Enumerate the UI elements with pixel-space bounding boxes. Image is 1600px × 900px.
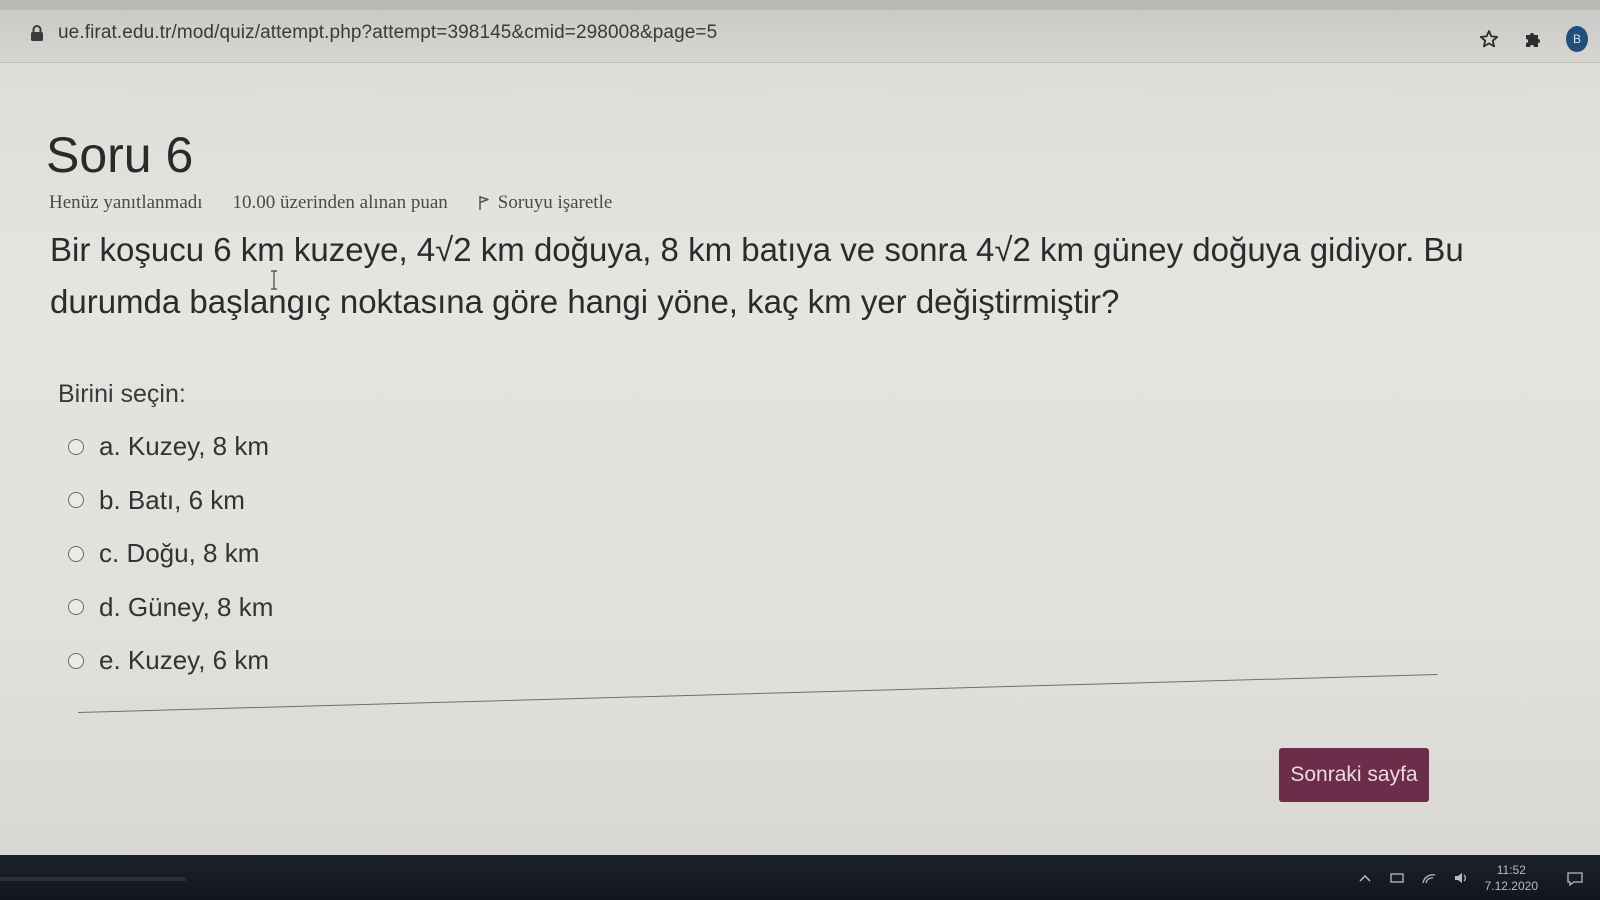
question-status: Henüz yanıtlanmadı	[49, 192, 203, 213]
url-field[interactable]: ue.firat.edu.tr/mod/quiz/attempt.php?att…	[10, 14, 1460, 52]
answer-label[interactable]: a. Kuzey, 8 km	[99, 431, 269, 462]
radio-button[interactable]	[68, 652, 84, 669]
answer-option-d[interactable]: d. Güney, 8 km	[68, 581, 273, 635]
browser-toolbar-icons: B	[1478, 26, 1600, 52]
taskbar-active-indicator	[0, 877, 186, 881]
radio-button[interactable]	[68, 599, 84, 616]
question-info: Henüz yanıtlanmadı 10.00 üzerinden alına…	[49, 192, 612, 214]
answer-option-e[interactable]: e. Kuzey, 6 km	[68, 634, 273, 688]
flag-icon[interactable]	[478, 195, 490, 211]
answer-label[interactable]: e. Kuzey, 6 km	[99, 645, 269, 676]
clock-time: 11:52	[1496, 862, 1526, 877]
volume-icon[interactable]	[1453, 871, 1469, 885]
screen: ue.firat.edu.tr/mod/quiz/attempt.php?att…	[0, 0, 1600, 900]
answer-option-c[interactable]: c. Doğu, 8 km	[68, 527, 273, 581]
question-text: Bir koşucu 6 km kuzeye, 4√2 km doğuya, 8…	[50, 231, 1464, 320]
system-clock[interactable]: 11:52 7.12.2020	[1485, 862, 1538, 894]
answer-options: a. Kuzey, 8 km b. Batı, 6 km c. Doğu, 8 …	[68, 420, 273, 688]
radio-button[interactable]	[68, 438, 84, 455]
url-text[interactable]: ue.firat.edu.tr/mod/quiz/attempt.php?att…	[58, 22, 717, 44]
flag-question-label[interactable]: Soruyu işaretle	[498, 192, 613, 214]
question-points: 10.00 üzerinden alınan puan	[232, 192, 448, 213]
text-cursor-icon	[270, 270, 278, 290]
extensions-puzzle-icon[interactable]	[1522, 28, 1544, 50]
answer-option-a[interactable]: a. Kuzey, 8 km	[68, 420, 273, 474]
answer-option-b[interactable]: b. Batı, 6 km	[68, 474, 273, 528]
clock-date: 7.12.2020	[1484, 878, 1538, 893]
wifi-icon[interactable]	[1421, 871, 1437, 885]
answer-label[interactable]: d. Güney, 8 km	[99, 592, 273, 623]
lock-icon[interactable]	[30, 25, 44, 41]
choose-one-label: Birini seçin:	[58, 380, 186, 408]
bookmark-star-icon[interactable]	[1478, 28, 1500, 50]
radio-button[interactable]	[68, 545, 84, 562]
network-icon[interactable]	[1389, 871, 1405, 885]
browser-address-bar: ue.firat.edu.tr/mod/quiz/attempt.php?att…	[0, 0, 1600, 63]
question-title: Soru 6	[46, 127, 194, 183]
flag-question-link[interactable]: Soruyu işaretle	[478, 192, 613, 214]
answer-label[interactable]: c. Doğu, 8 km	[99, 538, 259, 569]
chevron-up-icon[interactable]	[1357, 871, 1373, 885]
system-tray: 11:52 7.12.2020	[1357, 855, 1583, 900]
notification-icon[interactable]	[1566, 871, 1583, 886]
profile-avatar-icon[interactable]: B	[1566, 26, 1588, 52]
taskbar: 11:52 7.12.2020	[0, 855, 1600, 900]
tab-strip	[0, 0, 1600, 10]
next-page-button[interactable]: Sonraki sayfa	[1279, 748, 1429, 802]
radio-button[interactable]	[68, 492, 84, 509]
answer-label[interactable]: b. Batı, 6 km	[99, 485, 245, 516]
divider	[77, 674, 1438, 713]
profile-avatar: B	[1566, 26, 1588, 52]
